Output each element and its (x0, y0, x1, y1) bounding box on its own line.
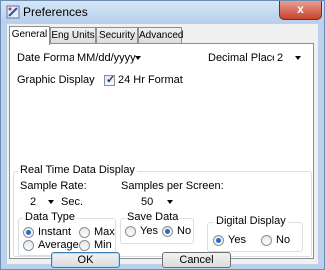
title-bar[interactable]: Preferences x (1, 1, 324, 23)
tab-advanced[interactable]: Advanced (138, 27, 183, 44)
date-format-dropdown[interactable]: MM/dd/yyyy (74, 50, 144, 67)
decimal-places-dropdown[interactable]: 2 (274, 50, 304, 67)
save-data-yes-label: Yes (140, 225, 158, 237)
samples-per-screen-label: Samples per Screen: (121, 180, 224, 192)
digital-display-title: Digital Display (214, 215, 288, 227)
samples-per-screen-value: 50 (141, 196, 154, 208)
decimal-places-value: 2 (277, 52, 284, 64)
data-type-average-radio[interactable] (23, 240, 34, 251)
save-data-yes-radio[interactable] (125, 226, 136, 237)
save-data-no-radio[interactable] (162, 226, 173, 237)
digital-display-no-label: No (276, 234, 291, 246)
data-type-min-label: Min (94, 239, 112, 251)
close-button[interactable]: x (279, 1, 322, 20)
chevron-down-icon (295, 56, 301, 60)
data-type-average-label: Average (38, 239, 79, 251)
realtime-group-title: Real Time Data Display (18, 164, 137, 176)
data-type-instant-radio[interactable] (23, 227, 34, 238)
digital-display-yes-radio[interactable] (213, 235, 224, 246)
decimal-places-label: Decimal Places (208, 52, 284, 64)
save-data-no-label: No (177, 225, 192, 237)
cancel-button[interactable]: Cancel (162, 252, 231, 268)
checkmark-icon: ✓ (106, 74, 116, 86)
sample-rate-dropdown[interactable]: 2 (27, 194, 57, 211)
tab-general[interactable]: General (9, 26, 50, 45)
window-title: Preferences (23, 5, 88, 19)
date-format-value: MM/dd/yyyy (77, 52, 136, 64)
tab-eng-units[interactable]: Eng Units (50, 27, 96, 44)
ok-button[interactable]: OK (51, 252, 120, 268)
hr24-label: 24 Hr Format (118, 74, 183, 86)
general-tab-panel: Date Format MM/dd/yyyy Decimal Places 2 … (9, 43, 314, 259)
hr24-checkbox[interactable]: ✓ (104, 74, 116, 86)
data-type-instant-label: Instant (38, 226, 72, 238)
data-type-max-radio[interactable] (79, 227, 90, 238)
digital-display-no-radio[interactable] (261, 235, 272, 246)
samples-per-screen-dropdown[interactable]: 50 (138, 194, 176, 211)
data-type-max-label: Max (94, 226, 115, 238)
chevron-down-icon (48, 200, 54, 204)
sample-rate-label: Sample Rate: (20, 180, 87, 192)
tab-security[interactable]: Security (96, 27, 138, 44)
data-type-title: Data Type (23, 211, 77, 223)
sample-rate-value: 2 (30, 196, 37, 208)
data-type-min-radio[interactable] (79, 240, 90, 251)
chevron-down-icon (167, 200, 173, 204)
sample-rate-unit: Sec. (61, 196, 84, 208)
preferences-window: Preferences x General Eng Units Security… (0, 0, 325, 270)
app-icon (6, 5, 20, 19)
dialog-client: General Eng Units Security Advanced Date… (7, 24, 318, 264)
digital-display-yes-label: Yes (228, 234, 246, 246)
save-data-title: Save Data (125, 211, 181, 223)
chevron-down-icon (135, 56, 141, 60)
date-format-label: Date Format (17, 52, 79, 64)
graphic-display-label: Graphic Display (17, 74, 95, 86)
